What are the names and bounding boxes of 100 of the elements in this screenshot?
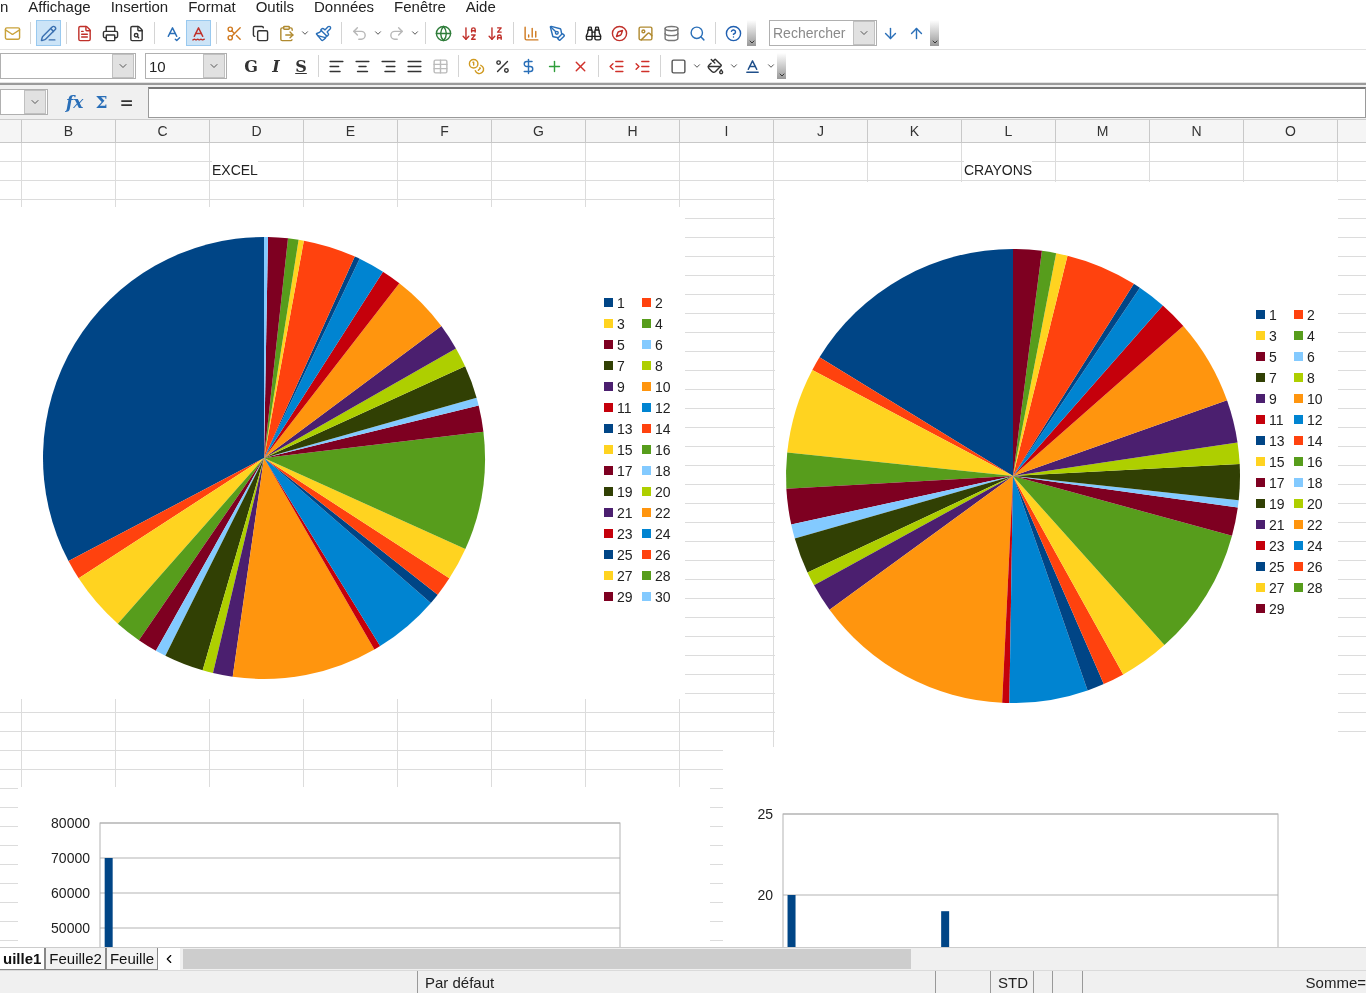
legend-label: 4 xyxy=(655,315,663,332)
undo-icon xyxy=(351,24,368,42)
sheet-tab[interactable]: Feuille xyxy=(105,948,159,970)
legend-label: 21 xyxy=(617,504,633,521)
legend-label: 8 xyxy=(1307,369,1315,386)
sum-button[interactable]: Σ xyxy=(91,92,112,112)
legend-label: 10 xyxy=(1307,390,1323,407)
legend-label: 23 xyxy=(617,525,633,542)
legend-label: 11 xyxy=(1269,411,1284,428)
column-header[interactable]: L xyxy=(962,120,1056,142)
legend-label: 8 xyxy=(655,357,663,374)
menu-item[interactable]: Affichage xyxy=(18,0,101,14)
sheet-tab[interactable]: uille1 xyxy=(0,948,46,970)
menu-item[interactable]: n xyxy=(0,0,19,14)
legend-label: 3 xyxy=(1269,327,1277,344)
column-header[interactable]: N xyxy=(1150,120,1244,142)
column-header[interactable]: H xyxy=(586,120,680,142)
legend-label: 15 xyxy=(1269,453,1285,470)
legend-label: 1 xyxy=(617,294,625,311)
style-button[interactable]: S xyxy=(289,53,313,79)
legend-label: 21 xyxy=(1269,516,1285,533)
caret-icon xyxy=(300,28,310,38)
column-header[interactable]: D xyxy=(210,120,304,142)
legend-label: 24 xyxy=(655,525,671,542)
legend-label: 18 xyxy=(655,462,671,479)
legend-label: 30 xyxy=(655,588,671,605)
menu-item[interactable]: Fenêtre xyxy=(384,0,456,14)
column-header[interactable]: B xyxy=(22,120,116,142)
legend-label: 25 xyxy=(617,546,633,563)
legend-label: 2 xyxy=(655,294,663,311)
font-name-field[interactable] xyxy=(0,53,136,79)
legend-label: 25 xyxy=(1269,558,1285,575)
legend-label: 4 xyxy=(1307,327,1315,344)
legend-label: 2 xyxy=(1307,306,1315,323)
overflow-button[interactable] xyxy=(930,20,939,46)
legend-label: 16 xyxy=(1307,453,1323,470)
column-header[interactable]: J xyxy=(774,120,868,142)
legend-label: 28 xyxy=(655,567,671,584)
menu-item[interactable]: Outils xyxy=(245,0,305,14)
sheet-tab[interactable]: Feuille2 xyxy=(45,948,106,970)
legend-label: 7 xyxy=(1269,369,1277,386)
column-header[interactable]: K xyxy=(868,120,962,142)
legend-label: 9 xyxy=(1269,390,1277,407)
column-header[interactable]: E xyxy=(304,120,398,142)
column-header[interactable]: M xyxy=(1056,120,1150,142)
search-field[interactable]: Rechercher xyxy=(769,20,877,46)
redo-icon xyxy=(388,24,405,42)
column-header[interactable]: F xyxy=(398,120,492,142)
legend-label: 20 xyxy=(655,483,671,500)
autospell-icon[interactable] xyxy=(186,20,211,46)
legend-label: 6 xyxy=(655,336,663,353)
font-size-field[interactable]: 10 xyxy=(145,53,227,79)
menu-item[interactable]: Aide xyxy=(455,0,506,14)
column-header[interactable]: G xyxy=(492,120,586,142)
style-button[interactable]: G xyxy=(239,53,263,79)
caret-icon xyxy=(692,61,702,71)
legend-label: 24 xyxy=(1307,537,1323,554)
selection-mode-text: STD xyxy=(998,973,1028,991)
legend-label: 1 xyxy=(1269,306,1277,323)
legend-label: 27 xyxy=(1269,579,1285,596)
column-header[interactable]: I xyxy=(680,120,774,142)
page-style-text: Par défaut xyxy=(425,973,495,991)
legend-label: 28 xyxy=(1307,579,1323,596)
axis-tick-label: 50000 xyxy=(51,920,90,936)
legend-label: 26 xyxy=(1307,558,1323,575)
caret-icon xyxy=(373,28,383,38)
axis-tick-label: 25 xyxy=(757,806,773,822)
function-wizard-button[interactable]: fx xyxy=(62,92,88,112)
legend-label: 5 xyxy=(617,336,625,353)
sum-text: Somme= xyxy=(1305,973,1366,991)
legend-label: 16 xyxy=(655,441,671,458)
overflow-button[interactable] xyxy=(747,20,756,46)
legend-label: 22 xyxy=(655,504,671,521)
legend-label: 23 xyxy=(1269,537,1285,554)
axis-tick-label: 70000 xyxy=(51,850,90,866)
menu-item[interactable]: Données xyxy=(304,0,385,14)
legend-label: 13 xyxy=(617,420,633,437)
legend-label: 17 xyxy=(1269,474,1285,491)
style-button[interactable]: I xyxy=(264,53,288,79)
column-header[interactable]: C xyxy=(116,120,210,142)
legend-label: 19 xyxy=(617,483,633,500)
menu-item[interactable]: Insertion xyxy=(100,0,179,14)
legend-label: 3 xyxy=(617,315,625,332)
bar xyxy=(941,911,950,947)
column-header[interactable]: O xyxy=(1244,120,1338,142)
formula-input[interactable] xyxy=(147,86,1366,118)
overflow-button[interactable] xyxy=(777,53,786,79)
edit-icon[interactable] xyxy=(36,20,61,46)
legend-label: 10 xyxy=(655,378,671,395)
menu-item[interactable]: Format xyxy=(178,0,246,14)
legend-label: 27 xyxy=(617,567,633,584)
legend-label: 12 xyxy=(655,399,671,416)
legend-label: 15 xyxy=(617,441,633,458)
legend-label: 13 xyxy=(1269,432,1285,449)
axis-tick-label: 20 xyxy=(757,887,773,903)
scrollbar-thumb[interactable] xyxy=(183,949,912,969)
equals-button[interactable]: = xyxy=(115,92,138,112)
legend-label: 11 xyxy=(617,399,632,416)
legend-label: 14 xyxy=(1307,432,1323,449)
legend-label: 20 xyxy=(1307,495,1323,512)
